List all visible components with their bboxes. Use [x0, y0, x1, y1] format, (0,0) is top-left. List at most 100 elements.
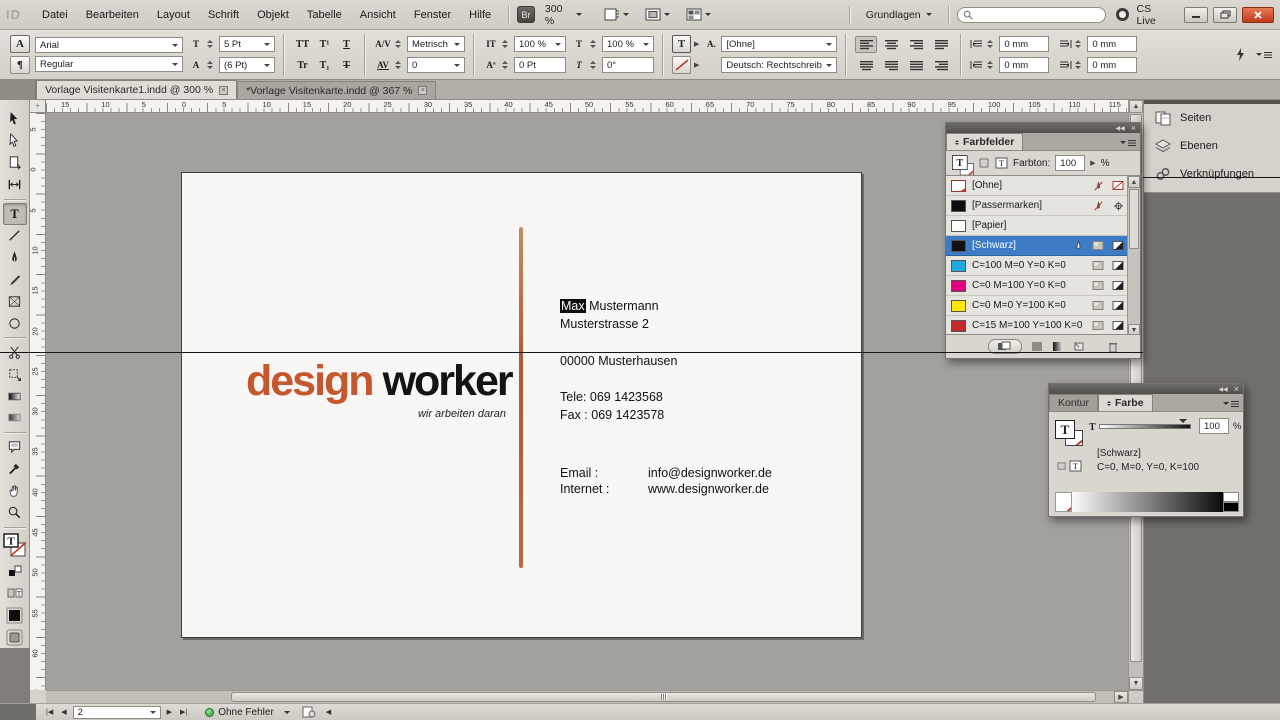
font-family-dropdown[interactable]: Arial [35, 37, 183, 53]
font-size-dropdown[interactable]: 5 Pt [219, 36, 275, 52]
swatch-row[interactable]: C=100 M=0 Y=0 K=0 [946, 256, 1129, 276]
line-tool[interactable] [3, 225, 27, 247]
selection-tool[interactable] [3, 108, 27, 130]
minimize-button[interactable] [1184, 7, 1208, 23]
page-tool[interactable] [3, 152, 27, 174]
pencil-tool[interactable] [3, 268, 27, 290]
ellipse-tool[interactable] [3, 312, 27, 334]
card-web-value[interactable]: www.designworker.de [648, 481, 769, 498]
dock-item-seiten[interactable]: Seiten [1144, 104, 1280, 132]
tint-value-field[interactable]: 100 [1199, 418, 1229, 434]
card-city-line[interactable]: 00000 Musterhausen [560, 353, 677, 370]
close-icon[interactable]: × [1131, 124, 1136, 132]
menu-datei[interactable]: Datei [33, 6, 77, 24]
horizontal-scroll-thumb[interactable] [231, 692, 1096, 702]
skew-stepper[interactable] [590, 61, 599, 69]
pen-tool[interactable] [3, 247, 27, 269]
tint-slider[interactable] [1099, 424, 1191, 429]
font-style-dropdown[interactable]: Regular [35, 56, 183, 72]
stroke-color-button[interactable] [672, 56, 691, 74]
swatch-row[interactable]: C=0 M=0 Y=100 K=0 [946, 296, 1129, 316]
vertical-ruler[interactable]: 505101520253035404550556065 [30, 113, 46, 690]
flyout-arrow-icon[interactable]: ▶ [694, 40, 699, 48]
ramp-endpoints[interactable] [1223, 492, 1239, 512]
menu-bearbeiten[interactable]: Bearbeiten [77, 6, 148, 24]
align-left-button[interactable] [855, 36, 877, 53]
gradient-tool[interactable] [3, 385, 27, 407]
panel-group-header[interactable]: ◀◀× [1049, 384, 1243, 394]
scroll-right-icon[interactable]: ▶ [1114, 691, 1128, 703]
dock-item-verknüpfungen[interactable]: Verknüpfungen [1144, 160, 1280, 188]
all-caps-button[interactable]: TT [293, 36, 312, 53]
collapse-left-icon[interactable]: ◀ [322, 708, 335, 716]
vertical-scale-dropdown[interactable]: 100 % [514, 36, 566, 52]
fill-stroke-indicator-icon[interactable]: T [1055, 420, 1085, 450]
preflight-status-label[interactable]: Ohne Fehler [218, 707, 274, 718]
horizontal-ruler[interactable]: 1510505101520253035404550556065707580859… [46, 100, 1128, 113]
card-name-line[interactable]: Max Mustermann [560, 298, 659, 315]
scroll-thumb[interactable] [1129, 189, 1139, 249]
swatch-row[interactable]: C=0 M=100 Y=0 K=0 [946, 276, 1129, 296]
note-tool[interactable] [3, 436, 27, 458]
leading-dropdown[interactable]: (6 Pt) [219, 57, 275, 73]
card-email-value[interactable]: info@designworker.de [648, 465, 772, 482]
search-input[interactable] [957, 7, 1106, 23]
menu-ansicht[interactable]: Ansicht [351, 6, 405, 24]
card-street-line[interactable]: Musterstrasse 2 [560, 316, 649, 333]
text-toggle-icon[interactable]: T [995, 157, 1008, 169]
zoom-tool[interactable] [3, 502, 27, 524]
panel-group-header[interactable]: ◀◀× [946, 123, 1140, 133]
card-fax-line[interactable]: Fax : 069 1423578 [560, 407, 664, 424]
preflight-panel-icon[interactable] [302, 706, 316, 718]
font-size-stepper[interactable] [207, 40, 216, 48]
indent-right-stepper[interactable] [1075, 40, 1084, 48]
character-formatting-button[interactable]: A [10, 35, 30, 53]
workspace-switcher[interactable]: Grundlagen [858, 7, 940, 23]
panel-menu-icon[interactable] [1256, 50, 1272, 59]
panel-menu-icon[interactable] [1120, 138, 1136, 147]
indent-last-line-stepper[interactable] [1075, 61, 1084, 69]
character-color-button[interactable]: T [672, 35, 691, 53]
menu-hilfe[interactable]: Hilfe [460, 6, 500, 24]
close-icon[interactable]: × [219, 86, 228, 95]
vertical-brush-stroke[interactable] [519, 227, 523, 568]
tab-farbfelder[interactable]: Farbfelder [946, 133, 1023, 150]
close-icon[interactable]: × [418, 86, 427, 95]
menu-objekt[interactable]: Objekt [248, 6, 298, 24]
justify-right-button[interactable] [880, 57, 902, 74]
indent-left-stepper[interactable] [987, 40, 996, 48]
cs-live-icon[interactable] [1116, 8, 1129, 21]
collapse-icon[interactable]: ◀◀ [1219, 386, 1228, 393]
menu-layout[interactable]: Layout [148, 6, 199, 24]
subscript-button[interactable]: T₁ [315, 57, 334, 74]
screen-mode-view-button[interactable] [682, 6, 715, 23]
align-right-button[interactable] [905, 36, 927, 53]
next-page-button[interactable]: ▶ [163, 708, 176, 716]
card-phone-line[interactable]: Tele: 069 1423568 [560, 389, 663, 406]
gap-tool[interactable] [3, 174, 27, 196]
restore-button[interactable] [1213, 7, 1237, 23]
align-towards-spine-button[interactable] [930, 57, 952, 74]
close-button[interactable] [1242, 7, 1274, 23]
tracking-stepper[interactable] [395, 61, 404, 69]
quick-apply-icon[interactable] [1235, 47, 1246, 62]
horizontal-scale-stepper[interactable] [590, 40, 599, 48]
justify-all-button[interactable] [905, 57, 927, 74]
horizontal-scrollbar[interactable]: ▶ [46, 690, 1128, 703]
swap-colors[interactable] [3, 560, 27, 582]
container-toggle-icon[interactable] [979, 158, 990, 168]
tint-ramp[interactable] [1072, 492, 1223, 512]
swatch-row[interactable]: [Papier] [946, 216, 1129, 236]
kerning-dropdown[interactable]: Metrisch [407, 36, 465, 52]
flyout-arrow-icon[interactable]: ▶ [1090, 159, 1095, 167]
text-toggle-icon[interactable]: T [1069, 460, 1082, 472]
none-color-icon[interactable] [1055, 492, 1072, 512]
last-page-button[interactable]: ▶| [176, 708, 191, 716]
vertical-scale-stepper[interactable] [502, 40, 511, 48]
underline-button[interactable]: T [337, 36, 356, 53]
document-tab-inactive[interactable]: *Vorlage Visitenkarte.indd @ 367 % × [237, 81, 436, 99]
menu-fenster[interactable]: Fenster [405, 6, 460, 24]
tint-value-field[interactable]: 100 [1055, 155, 1085, 171]
justify-center-button[interactable] [855, 57, 877, 74]
justify-left-button[interactable] [930, 36, 952, 53]
